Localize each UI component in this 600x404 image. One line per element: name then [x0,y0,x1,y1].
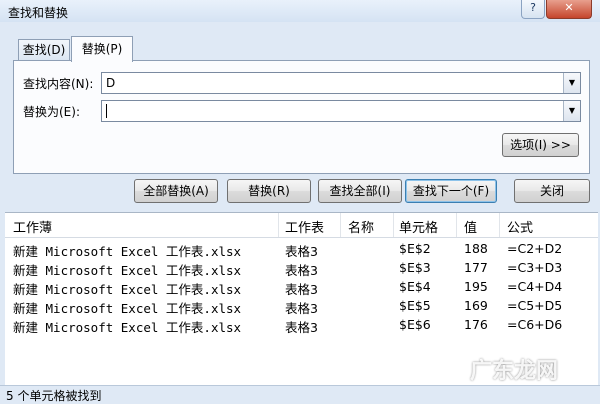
column-header-workbook[interactable]: 工作薄 [13,217,52,236]
cell-address: $E$2 [399,241,431,256]
cell-formula: =C5+D5 [507,298,563,313]
close-button[interactable]: 关闭 [514,179,590,203]
window-title: 查找和替换 [8,6,69,20]
column-header-value[interactable]: 值 [464,217,477,236]
tab-find[interactable]: 查找(D) [18,39,70,60]
column-divider[interactable] [499,213,500,237]
table-row[interactable]: 新建 Microsoft Excel 工作表.xlsx 表格3 $E$4 195… [5,277,598,297]
find-all-button[interactable]: 查找全部(I) [318,179,402,203]
cell-formula: =C3+D3 [507,260,563,275]
column-divider[interactable] [340,213,341,237]
column-divider[interactable] [456,213,457,237]
cell-value: 169 [464,298,488,313]
table-row[interactable]: 新建 Microsoft Excel 工作表.xlsx 表格3 $E$2 188… [5,239,598,259]
table-row[interactable]: 新建 Microsoft Excel 工作表.xlsx 表格3 $E$6 176… [5,315,598,335]
title-bar: 查找和替换 ? ✕ [0,0,600,22]
find-dropdown-arrow-icon[interactable]: ▼ [563,73,580,93]
column-header-sheet[interactable]: 工作表 [285,217,324,236]
options-button[interactable]: 选项(I) >> [502,133,579,157]
table-row[interactable]: 新建 Microsoft Excel 工作表.xlsx 表格3 $E$5 169… [5,296,598,316]
cell-address: $E$4 [399,279,431,294]
window-close-button[interactable]: ✕ [546,0,592,19]
replace-label: 替换为(E): [23,105,80,119]
table-row[interactable]: 新建 Microsoft Excel 工作表.xlsx 表格3 $E$3 177… [5,258,598,278]
status-bar: 5 个单元格被找到 [0,385,600,403]
status-text: 5 个单元格被找到 [6,389,102,403]
column-divider[interactable] [278,213,279,237]
column-header-name[interactable]: 名称 [348,217,374,236]
cell-workbook: 新建 Microsoft Excel 工作表.xlsx [13,320,242,335]
column-divider[interactable] [393,213,394,237]
results-header: 工作薄 工作表 名称 单元格 值 公式 [5,213,598,238]
replace-dropdown-arrow-icon[interactable]: ▼ [563,101,580,121]
cell-address: $E$3 [399,260,431,275]
replace-button[interactable]: 替换(R) [227,179,311,203]
cell-formula: =C4+D4 [507,279,563,294]
text-caret [106,104,107,118]
find-value: D [106,76,116,90]
find-input[interactable]: D ▼ [101,72,581,94]
watermark: 广东龙网 [470,359,559,384]
replace-all-button[interactable]: 全部替换(A) [134,179,218,203]
cell-value: 177 [464,260,488,275]
column-header-cell[interactable]: 单元格 [399,217,438,236]
cell-formula: =C6+D6 [507,317,563,332]
cell-sheet: 表格3 [285,320,318,335]
tab-replace[interactable]: 替换(P) [71,36,133,62]
column-header-formula[interactable]: 公式 [507,217,533,236]
cell-value: 195 [464,279,488,294]
find-next-button[interactable]: 查找下一个(F) [405,179,497,203]
cell-address: $E$5 [399,298,431,313]
cell-address: $E$6 [399,317,431,332]
cell-value: 188 [464,241,488,256]
replace-input[interactable]: ▼ [101,100,581,122]
help-button[interactable]: ? [521,0,545,19]
find-label: 查找内容(N): [23,77,94,91]
cell-formula: =C2+D2 [507,241,563,256]
cell-value: 176 [464,317,488,332]
